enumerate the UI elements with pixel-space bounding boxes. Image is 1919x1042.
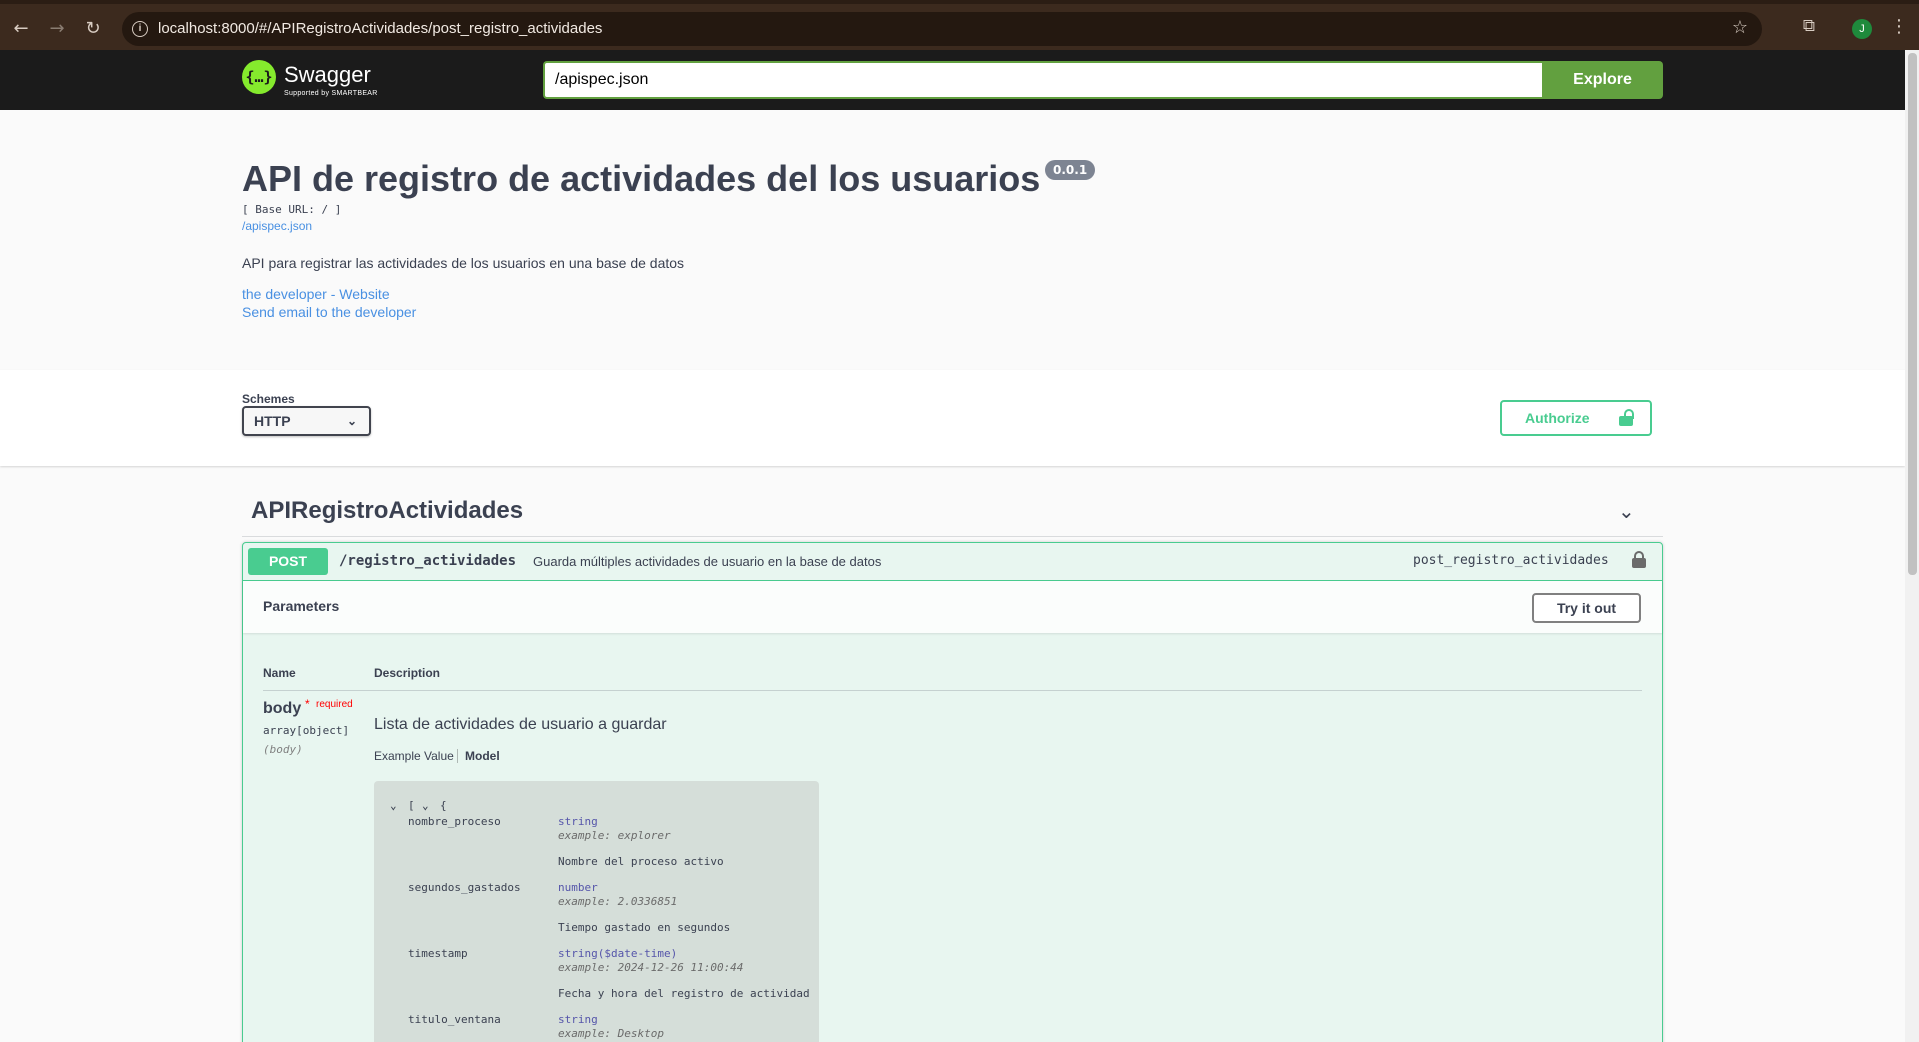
column-header-description: Description	[374, 666, 441, 680]
object-open-brace: {	[440, 799, 447, 812]
api-description: API para registrar las actividades de lo…	[242, 255, 685, 271]
operation-path: /registro_actividades	[339, 553, 517, 569]
required-star: *	[305, 697, 310, 711]
tab-separator	[457, 749, 458, 763]
parameters-title: Parameters	[263, 598, 340, 614]
back-icon[interactable]: ←	[10, 18, 32, 40]
model-property-type: string	[558, 1013, 598, 1026]
column-divider	[263, 690, 1642, 691]
api-title: API de registro de actividades del los u…	[242, 158, 1041, 199]
chevron-down-icon: ⌄	[346, 414, 357, 428]
model-property-description: Tiempo gastado en segundos	[558, 921, 731, 934]
swagger-topbar: {…} Swagger Supported by SMARTBEAR /apis…	[0, 50, 1905, 110]
address-bar[interactable]: i localhost:8000/#/APIRegistroActividade…	[122, 12, 1762, 46]
method-badge: POST	[248, 548, 328, 575]
operation-summary-text: Guarda múltiples actividades de usuario …	[533, 554, 882, 569]
parameter-description: Lista de actividades de usuario a guarda…	[374, 716, 667, 733]
model-property-name: titulo_ventana	[408, 1013, 501, 1026]
swagger-logo-text[interactable]: Swagger	[284, 62, 371, 88]
column-header-name: Name	[263, 666, 296, 680]
base-url: [ Base URL: / ]	[242, 203, 342, 216]
site-info-icon[interactable]: i	[132, 21, 148, 37]
schemes-label: Schemes	[242, 392, 295, 406]
operation-id: post_registro_actividades	[1413, 553, 1609, 568]
forward-icon[interactable]: →	[46, 18, 68, 40]
chevron-down-icon[interactable]: ⌄	[390, 799, 397, 812]
developer-email-link[interactable]: Send email to the developer	[242, 304, 416, 320]
required-label: required	[316, 699, 353, 710]
model-box: ⌄ [ ⌄ { nombre_proceso string example: e…	[374, 781, 819, 1042]
scrollbar-thumb[interactable]	[1908, 53, 1917, 575]
lock-icon[interactable]	[1632, 551, 1646, 569]
model-property-name: timestamp	[408, 947, 468, 960]
page-scrollbar[interactable]	[1905, 50, 1919, 1042]
model-property-description: Nombre del proceso activo	[558, 855, 724, 868]
schemes-container: Schemes HTTP ⌄ Authorize	[0, 370, 1905, 466]
model-property-type: number	[558, 881, 598, 894]
authorize-label: Authorize	[1525, 410, 1590, 426]
authorize-button[interactable]: Authorize	[1500, 400, 1652, 436]
operation-block: POST /registro_actividades Guarda múltip…	[242, 542, 1663, 1042]
model-property-type: string	[558, 815, 598, 828]
spec-link[interactable]: /apispec.json	[242, 219, 312, 233]
bookmark-star-icon[interactable]: ☆	[1732, 17, 1748, 38]
browser-toolbar: ← → ↻ i localhost:8000/#/APIRegistroActi…	[0, 0, 1919, 50]
model-property-example: example: Desktop	[558, 1027, 664, 1040]
version-badge: 0.0.1	[1045, 160, 1096, 180]
model-property-name: nombre_proceso	[408, 815, 501, 828]
explore-button[interactable]: Explore	[1542, 61, 1663, 99]
extensions-icon[interactable]: ⧉	[1797, 16, 1821, 40]
model-property-description: Fecha y hora del registro de actividad	[558, 987, 810, 1000]
array-open-bracket: [	[408, 799, 415, 812]
parameter-location: (body)	[263, 743, 303, 756]
chevron-down-icon[interactable]: ⌄	[1618, 499, 1635, 523]
operation-summary[interactable]: POST /registro_actividades Guarda múltip…	[243, 543, 1662, 581]
tab-example-value[interactable]: Example Value	[374, 749, 454, 763]
spec-url-input[interactable]: /apispec.json	[543, 61, 1542, 99]
model-property-type: string($date-time)	[558, 947, 678, 960]
model-property-name: segundos_gastados	[408, 881, 521, 894]
schemes-select[interactable]: HTTP ⌄	[242, 406, 371, 436]
unlocked-lock-icon	[1619, 409, 1634, 426]
swagger-logo-icon[interactable]: {…}	[242, 60, 276, 94]
tab-model[interactable]: Model	[465, 749, 500, 763]
profile-avatar[interactable]: J	[1852, 19, 1872, 39]
swagger-logo-subtitle: Supported by SMARTBEAR	[284, 90, 378, 97]
developer-website-link[interactable]: the developer - Website	[242, 286, 390, 302]
model-property-example: example: 2.0336851	[558, 895, 678, 908]
parameters-header: Parameters Try it out	[243, 581, 1662, 633]
model-property-example: example: explorer	[558, 829, 671, 842]
model-property-example: example: 2024-12-26 11:00:44	[558, 961, 744, 974]
tag-divider	[242, 536, 1663, 537]
reload-icon[interactable]: ↻	[82, 18, 104, 40]
try-it-out-button[interactable]: Try it out	[1532, 593, 1641, 623]
browser-menu-icon[interactable]: ⋮	[1890, 16, 1908, 37]
tag-title[interactable]: APIRegistroActividades	[251, 497, 523, 525]
schemes-selected-value: HTTP	[254, 413, 291, 429]
parameter-name: body	[263, 700, 302, 717]
address-url[interactable]: localhost:8000/#/APIRegistroActividades/…	[158, 20, 602, 37]
chevron-down-icon[interactable]: ⌄	[422, 799, 429, 812]
parameter-type: array[object]	[263, 724, 350, 737]
